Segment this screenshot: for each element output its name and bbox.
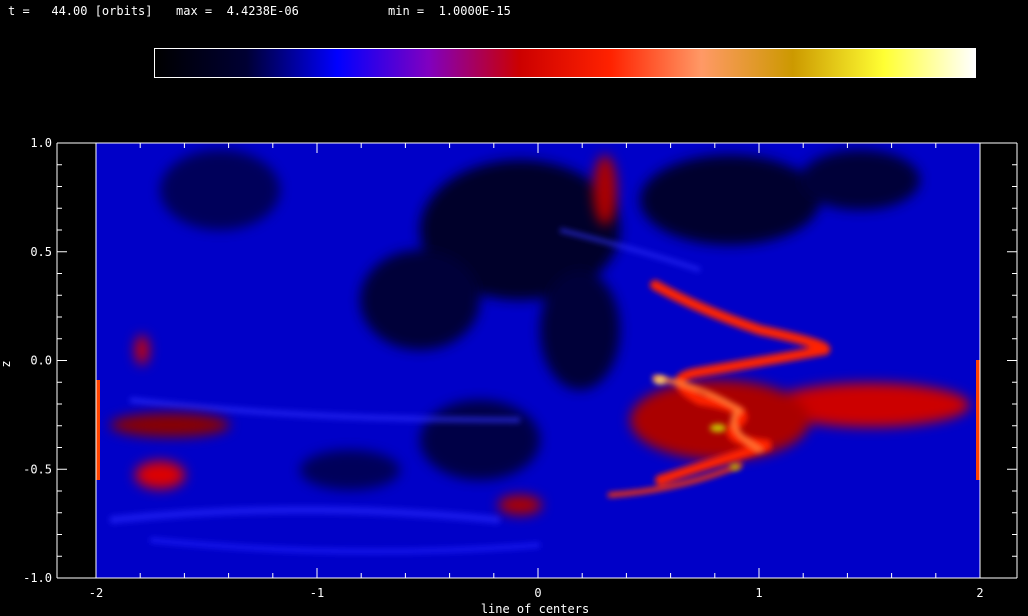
y-tick-label: -1.0	[23, 571, 52, 585]
y-tick-label: -0.5	[23, 462, 52, 476]
heatmap-plot: -2 -1 0 1 2 -1.0 -0.5 0.0 0.5 1.0 line of centers…	[0, 136, 1018, 616]
x-tick-label: -1	[310, 586, 324, 600]
y-tick-label: 0.5	[30, 245, 52, 259]
x-tick-label: 2	[976, 586, 983, 600]
y-axis-title: z	[0, 360, 13, 367]
y-tick-label: 1.0	[30, 136, 52, 150]
x-axis-title: line of centers	[481, 602, 589, 616]
x-tick-label: 1	[755, 586, 762, 600]
heatmap-image	[96, 143, 980, 578]
x-tick-label: -2	[89, 586, 103, 600]
x-tick-label: 0	[534, 586, 541, 600]
y-tick-label: 0.0	[30, 354, 52, 368]
